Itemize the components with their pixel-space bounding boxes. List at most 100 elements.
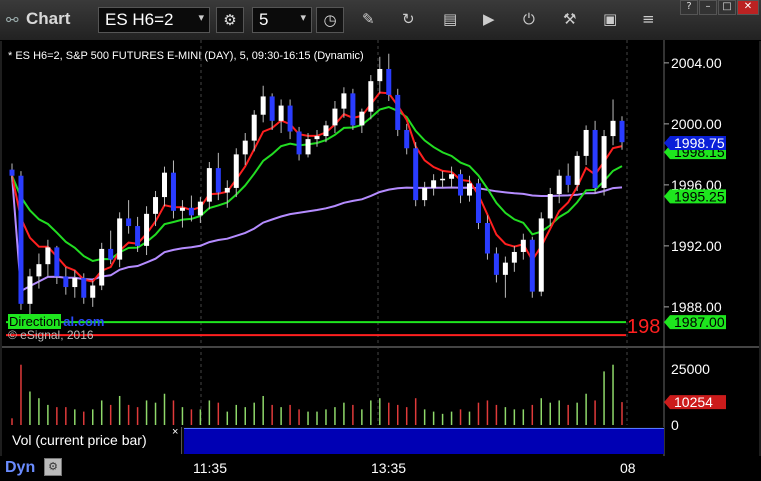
volume-tick-label: 0	[671, 417, 679, 433]
price-chart-svg[interactable]: 2004.002000.001996.001992.001988.001998.…	[2, 40, 759, 456]
candle-body	[565, 175, 571, 185]
candle-body	[144, 213, 150, 246]
symbol-input[interactable]: ES H6=2 ▾	[98, 7, 210, 33]
candle-body	[467, 183, 472, 196]
watermark-highlight: Direction	[8, 314, 62, 329]
interval-value: 5	[259, 10, 269, 29]
dynamic-mode-label[interactable]: Dyn	[5, 459, 35, 477]
symbol-value: ES H6=2	[105, 10, 174, 29]
candle-body	[386, 68, 392, 95]
get-data-icon[interactable]: ▤	[443, 10, 457, 28]
candle-body	[278, 105, 284, 121]
candle-body	[99, 248, 105, 286]
interval-dropdown-icon[interactable]: ▾	[300, 11, 306, 24]
menu-icon[interactable]: ≡	[642, 10, 655, 28]
pencil-draw-icon[interactable]: ✎	[362, 10, 375, 28]
candle-body	[126, 218, 132, 227]
price-level-label: 198	[627, 316, 661, 338]
candle-body	[179, 207, 185, 211]
copyright-text: © eSignal, 2016	[8, 328, 94, 342]
candle-body	[610, 120, 616, 137]
candle-body	[350, 93, 356, 126]
candle-body	[206, 168, 212, 202]
chart-header: * ES H6=2, S&P 500 FUTURES E-MINI (DAY),…	[8, 50, 364, 62]
candle-body	[619, 120, 625, 143]
candle-body	[395, 94, 401, 130]
interval-input[interactable]: 5 ▾	[252, 7, 312, 33]
chart-area[interactable]: * ES H6=2, S&P 500 FUTURES E-MINI (DAY),…	[2, 40, 759, 456]
time-tick-1135: 11:35	[193, 460, 227, 476]
volume-study-close-icon[interactable]: ×	[172, 426, 178, 438]
vwap-price-badge-text: 1995.25	[674, 188, 725, 204]
time-tick-1335: 13:35	[371, 460, 407, 476]
volume-badge-text: 10254	[674, 394, 713, 410]
candle-body	[493, 253, 499, 275]
last-price-badge-text: 1998.75	[674, 135, 725, 151]
volume-study-label[interactable]: Vol (current price bar)	[2, 427, 182, 454]
power-icon[interactable]: ⏻	[523, 10, 535, 28]
candle-body	[511, 251, 517, 263]
maximize-icon[interactable]: □	[718, 0, 736, 15]
price-tick-label: 2000.00	[671, 116, 722, 132]
volume-study-strip	[184, 428, 664, 454]
time-axis-bar: Dyn ⚙ 11:35 13:35 08	[0, 456, 761, 481]
candle-body	[54, 247, 60, 277]
candle-body	[323, 125, 329, 137]
candle-body	[574, 155, 580, 185]
interval-settings-button[interactable]: ⚙	[216, 7, 244, 33]
candle-body	[260, 96, 266, 115]
candle-body	[135, 226, 141, 246]
comment-icon[interactable]: ▣	[603, 10, 617, 28]
refresh-icon[interactable]: ↻	[402, 10, 415, 28]
volume-tick-label: 25000	[671, 361, 710, 377]
candle-body	[458, 174, 464, 196]
link-chain-icon[interactable]: ⚯	[6, 11, 19, 29]
candle-body	[296, 131, 302, 155]
last-price-badge: 1998.75	[664, 135, 726, 151]
candle-body	[592, 129, 598, 188]
window-controls: ? – □ ✕	[679, 0, 759, 18]
close-icon[interactable]: ✕	[737, 0, 759, 15]
chart-settings-icon[interactable]: ⚙	[44, 458, 62, 476]
candle-body	[502, 262, 508, 275]
window-title: Chart	[26, 9, 71, 28]
candle-body	[529, 239, 535, 292]
candle-body	[583, 129, 589, 156]
candle-body	[368, 81, 374, 112]
candle-body	[170, 172, 176, 211]
level-price-badge-text: 1987.00	[674, 314, 725, 330]
candle-body	[341, 93, 347, 109]
candle-body	[117, 218, 123, 260]
candle-body	[332, 108, 338, 126]
time-template-button[interactable]: ◷	[316, 7, 344, 33]
candle-body	[377, 68, 383, 82]
candle-body	[224, 187, 230, 193]
candle-body	[475, 183, 481, 223]
clock-icon: ◷	[323, 11, 337, 29]
candle-body	[305, 139, 311, 155]
candle-body	[413, 148, 419, 201]
candle-body	[242, 140, 248, 155]
candle-body	[36, 264, 42, 277]
candle-body	[538, 218, 544, 292]
play-icon[interactable]: ▶	[483, 10, 495, 28]
help-icon[interactable]: ?	[680, 0, 698, 15]
candle-body	[251, 114, 257, 141]
time-tick-08: 08	[620, 460, 636, 476]
candle-body	[449, 174, 455, 179]
candle-body	[108, 248, 114, 260]
candle-body	[484, 223, 490, 254]
price-tick-label: 1992.00	[671, 238, 722, 254]
candle-body	[556, 175, 562, 195]
candle-body	[269, 96, 275, 121]
candle-body	[404, 129, 410, 149]
minimize-icon[interactable]: –	[699, 0, 717, 15]
symbol-dropdown-icon[interactable]: ▾	[198, 11, 204, 24]
candle-body	[153, 197, 159, 214]
candle-body	[81, 277, 87, 298]
gear-icon: ⚙	[223, 11, 237, 29]
candle-body	[197, 201, 203, 216]
title-bar: ⚯ Chart ES H6=2 ▾ ⚙ 5 ▾ ◷ ✎ ↻ ▤ ▶ ⏻ ⚒ ▣ …	[0, 0, 761, 41]
tools-icon[interactable]: ⚒	[563, 10, 576, 28]
price-tick-label: 1988.00	[671, 299, 722, 315]
